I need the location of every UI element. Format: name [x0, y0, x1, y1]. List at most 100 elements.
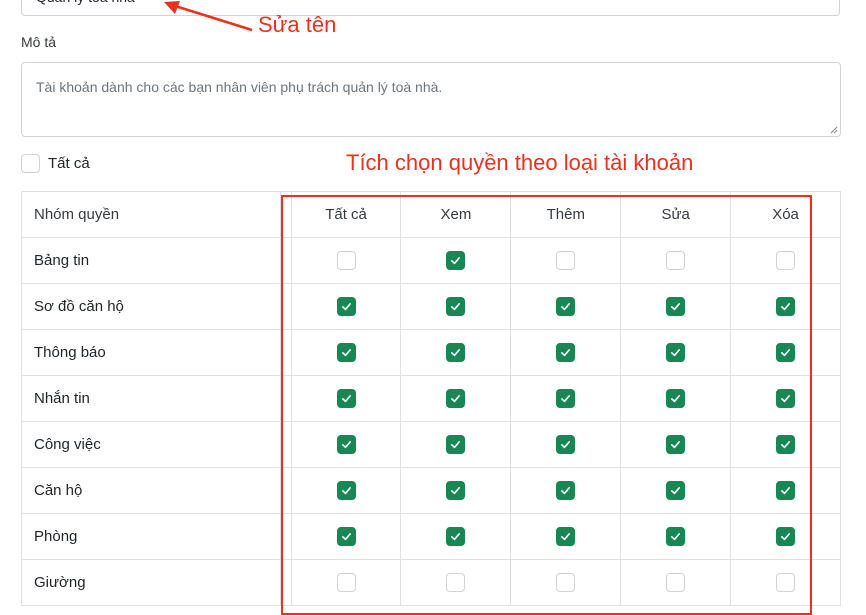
checkbox-edit[interactable]: [666, 251, 686, 270]
description-label: Mô tả: [21, 34, 57, 50]
checkbox-edit[interactable]: [666, 527, 686, 546]
header-view: Xem: [400, 191, 511, 238]
check-icon: [781, 349, 790, 357]
check-icon: [561, 349, 571, 357]
cell-add: [510, 329, 621, 376]
description-textarea[interactable]: Tài khoản dành cho các bạn nhân viên phụ…: [21, 62, 841, 137]
checkbox-all[interactable]: [336, 389, 356, 408]
cell-edit: [620, 329, 731, 376]
checkbox-delete[interactable]: [776, 435, 796, 454]
checkbox-all[interactable]: [336, 435, 356, 454]
checkbox-all[interactable]: [336, 251, 356, 270]
checkbox-view[interactable]: [446, 435, 466, 454]
checkbox-view[interactable]: [446, 343, 466, 362]
check-icon: [561, 303, 571, 311]
checkbox-all[interactable]: [336, 481, 356, 500]
check-icon: [561, 487, 571, 495]
cell-edit: [620, 559, 731, 606]
annotation-rename: Sửa tên: [258, 12, 337, 37]
check-icon: [671, 303, 681, 311]
checkbox-add[interactable]: [556, 389, 576, 408]
checkbox-all[interactable]: [336, 343, 356, 362]
checkbox-edit[interactable]: [666, 389, 686, 408]
cell-delete: [730, 237, 841, 284]
cell-view: [400, 467, 511, 514]
cell-all: [290, 513, 401, 560]
check-icon: [671, 395, 681, 403]
check-icon: [341, 349, 351, 357]
cell-edit: [620, 375, 731, 422]
resize-grip-icon[interactable]: [830, 126, 838, 134]
header-edit: Sửa: [620, 191, 731, 238]
checkbox-add[interactable]: [556, 573, 576, 592]
checkbox-edit[interactable]: [666, 573, 686, 592]
cell-add: [510, 283, 621, 330]
check-icon: [451, 487, 461, 495]
cell-view: [400, 375, 511, 422]
cell-view: [400, 329, 511, 376]
table-row: Giường: [21, 559, 841, 606]
check-icon: [671, 487, 681, 495]
cell-delete: [730, 559, 841, 606]
checkbox-add[interactable]: [556, 435, 576, 454]
cell-edit: [620, 513, 731, 560]
check-icon: [781, 303, 790, 311]
check-icon: [341, 533, 351, 541]
checkbox-view[interactable]: [446, 389, 466, 408]
checkbox-edit[interactable]: [666, 481, 686, 500]
permission-group-name: Căn hộ: [21, 467, 281, 514]
row-spacer: [279, 375, 292, 422]
checkbox-view[interactable]: [446, 573, 466, 592]
checkbox-delete[interactable]: [776, 527, 796, 546]
check-icon: [561, 395, 571, 403]
cell-add: [510, 559, 621, 606]
checkbox-delete[interactable]: [776, 297, 796, 316]
checkbox-delete[interactable]: [776, 389, 796, 408]
header-delete: Xóa: [730, 191, 841, 238]
checkbox-add[interactable]: [556, 297, 576, 316]
checkbox-all[interactable]: [336, 297, 356, 316]
checkbox-delete[interactable]: [776, 573, 796, 592]
checkbox-view[interactable]: [446, 251, 466, 270]
check-icon: [781, 533, 790, 541]
checkbox-all[interactable]: [336, 573, 356, 592]
checkbox-edit[interactable]: [666, 343, 686, 362]
checkbox-add[interactable]: [556, 481, 576, 500]
checkbox-add[interactable]: [556, 343, 576, 362]
cell-delete: [730, 283, 841, 330]
permission-group-name: Thông báo: [21, 329, 281, 376]
cell-add: [510, 467, 621, 514]
checkbox-edit[interactable]: [666, 435, 686, 454]
table-row: Bảng tin: [21, 237, 841, 284]
cell-all: [290, 421, 401, 468]
cell-edit: [620, 421, 731, 468]
checkbox-delete[interactable]: [776, 251, 796, 270]
cell-edit: [620, 237, 731, 284]
table-row: Phòng: [21, 513, 841, 560]
checkbox-all[interactable]: [336, 527, 356, 546]
checkbox-view[interactable]: [446, 527, 466, 546]
table-row: Sơ đồ căn hộ: [21, 283, 841, 330]
select-all-label: Tất cả: [48, 155, 90, 172]
check-icon: [781, 487, 790, 495]
header-group: Nhóm quyền: [21, 191, 281, 238]
check-icon: [451, 533, 461, 541]
header-all: Tất cả: [290, 191, 401, 238]
checkbox-delete[interactable]: [776, 343, 796, 362]
checkbox-add[interactable]: [556, 251, 576, 270]
description-placeholder: Tài khoản dành cho các bạn nhân viên phụ…: [36, 79, 443, 95]
table-header-row: Nhóm quyền Tất cả Xem Thêm Sửa Xóa: [21, 191, 841, 238]
row-spacer: [279, 283, 292, 330]
checkbox-view[interactable]: [446, 297, 466, 316]
checkbox-add[interactable]: [556, 527, 576, 546]
permission-group-name: Công việc: [21, 421, 281, 468]
table-row: Nhắn tin: [21, 375, 841, 422]
cell-view: [400, 283, 511, 330]
checkbox-view[interactable]: [446, 481, 466, 500]
select-all-checkbox[interactable]: [21, 154, 40, 173]
checkbox-delete[interactable]: [776, 481, 796, 500]
cell-edit: [620, 283, 731, 330]
name-input[interactable]: Quản lý toà nhà: [21, 0, 840, 16]
table-row: Căn hộ: [21, 467, 841, 514]
checkbox-edit[interactable]: [666, 297, 686, 316]
